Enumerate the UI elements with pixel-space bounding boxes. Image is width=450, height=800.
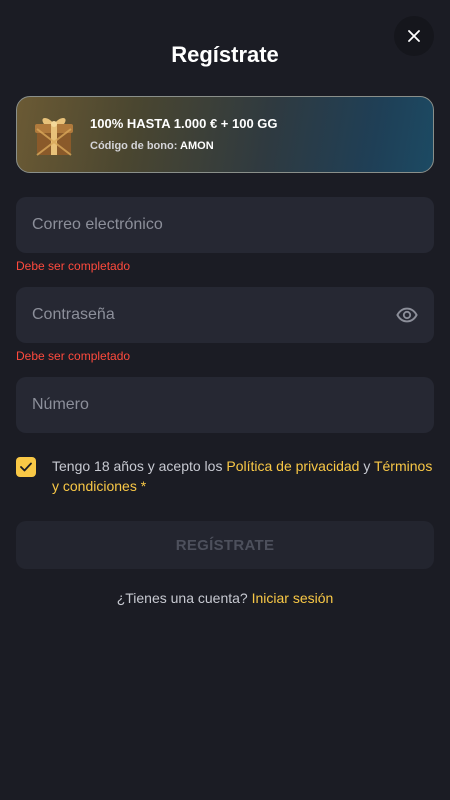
bonus-code: Código de bono: AMON (90, 140, 214, 152)
email-error: Debe ser completado (16, 259, 131, 273)
terms-connector: y (363, 458, 371, 474)
login-prompt-row: ¿Tienes una cuenta? Iniciar sesión (0, 590, 450, 606)
privacy-policy-link[interactable]: Política de privacidad (226, 458, 359, 474)
required-mark: * (140, 478, 147, 494)
bonus-banner: 100% HASTA 1.000 € + 100 GG Código de bo… (16, 96, 434, 173)
password-field[interactable] (16, 287, 434, 343)
phone-input[interactable] (32, 396, 418, 414)
email-input[interactable] (32, 216, 418, 234)
close-icon (408, 30, 420, 42)
check-icon (20, 462, 32, 472)
bonus-code-label: Código de bono: (90, 140, 178, 152)
bonus-title: 100% HASTA 1.000 € + 100 GG (90, 116, 278, 131)
bonus-code-value: AMON (180, 140, 214, 152)
login-link[interactable]: Iniciar sesión (252, 590, 334, 606)
page-title: Regístrate (171, 42, 279, 67)
gift-icon (35, 117, 73, 156)
terms-prefix: Tengo 18 años y acepto los (52, 458, 223, 474)
phone-field[interactable] (16, 377, 434, 433)
terms-text: Tengo 18 años y acepto los Política de p… (52, 456, 438, 496)
register-button[interactable]: REGÍSTRATE (16, 521, 434, 569)
terms-checkbox[interactable] (16, 457, 36, 477)
password-input[interactable] (32, 306, 418, 324)
email-field[interactable] (16, 197, 434, 253)
eye-icon[interactable] (396, 304, 418, 326)
password-error: Debe ser completado (16, 349, 131, 363)
login-prompt: ¿Tienes una cuenta? (116, 590, 248, 606)
